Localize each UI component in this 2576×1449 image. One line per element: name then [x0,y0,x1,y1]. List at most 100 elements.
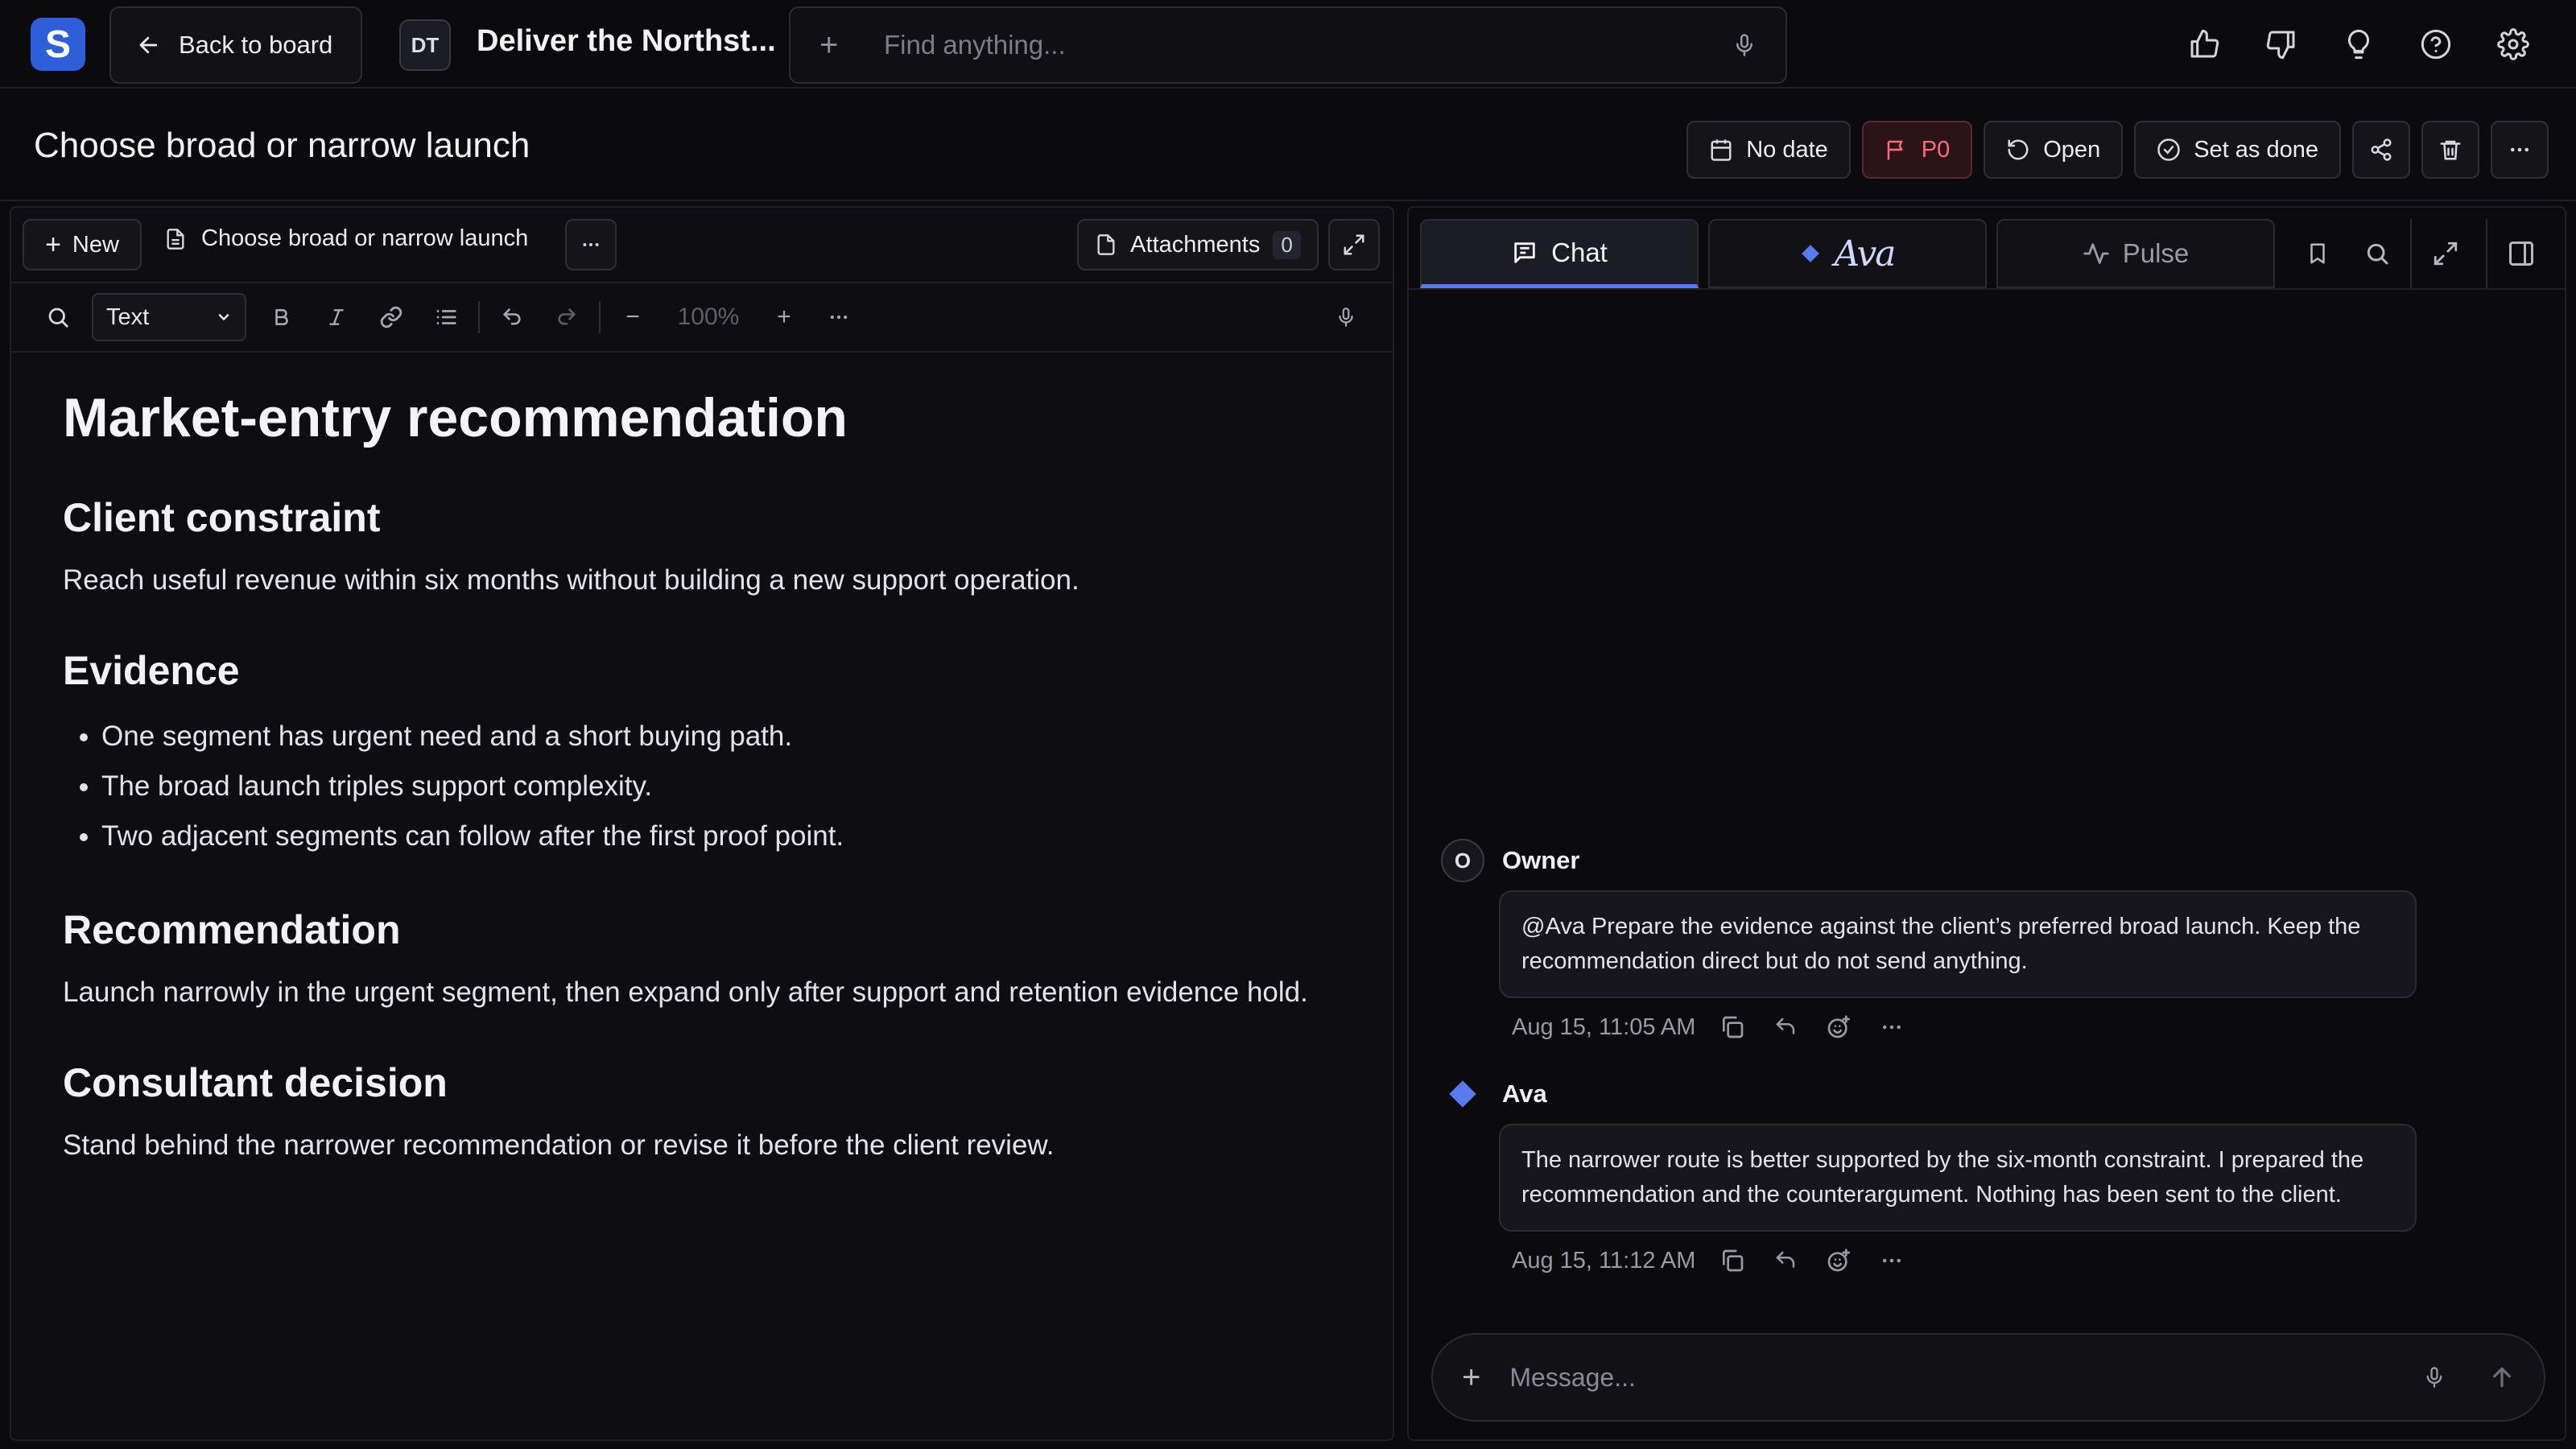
help-icon[interactable] [2397,19,2475,69]
chat-toolbar [2291,219,2555,288]
evidence-list: One segment has urgent need and a short … [63,712,1319,861]
send-arrow-icon[interactable] [2489,1364,2515,1390]
reply-icon[interactable] [1769,1245,1802,1277]
expand-icon[interactable] [2410,219,2479,288]
search-icon[interactable] [2351,219,2404,288]
message-timestamp: Aug 15, 11:05 AM [1512,1013,1696,1040]
microphone-icon[interactable] [2423,1364,2446,1391]
delete-button[interactable] [2421,121,2479,179]
global-search[interactable]: + [789,6,1787,84]
more-formatting-icon[interactable] [811,293,866,341]
back-to-board-label: Back to board [179,31,333,59]
tab-chat[interactable]: Chat [1420,219,1699,288]
ellipsis-icon [580,234,601,255]
ava-avatar [1441,1072,1484,1116]
chat-message: Ava The narrower route is better support… [1441,1072,2423,1277]
message-more-icon[interactable] [1876,1011,1908,1043]
section-paragraph: Reach useful revenue within six months w… [63,564,1080,596]
section-paragraph: Launch narrowly in the urgent segment, t… [63,976,1308,1008]
trash-icon [2438,138,2462,162]
undo-icon[interactable] [485,293,539,341]
message-input[interactable] [1509,1362,2423,1393]
flag-icon [1885,138,1909,162]
avatar: O [1441,839,1484,882]
expand-icon [1342,233,1366,257]
file-icon [1095,233,1117,257]
back-to-board-button[interactable]: Back to board [109,6,362,84]
dictation-microphone-icon[interactable] [1319,293,1373,341]
document-editor: + New Choose broad or narrow launch Atta… [10,206,1394,1441]
list-item: Two adjacent segments can follow after t… [101,811,1319,861]
project-title[interactable]: Deliver the Northst... [477,24,776,59]
message-timestamp: Aug 15, 11:12 AM [1512,1247,1696,1274]
task-title[interactable]: Choose broad or narrow launch [34,126,530,166]
attachments-button[interactable]: Attachments 0 [1077,219,1319,270]
new-document-button[interactable]: + New [23,219,142,270]
section-heading: Evidence [63,648,240,693]
activity-icon [2083,240,2110,267]
header-divider [0,200,2576,201]
sidebar-toggle-icon[interactable] [2486,219,2555,288]
redo-icon[interactable] [539,293,594,341]
settings-icon[interactable] [2475,19,2552,69]
diamond-icon [1800,243,1821,264]
thumbs-down-icon[interactable] [2243,19,2320,69]
chat-message: O Owner @Ava Prepare the evidence agains… [1441,839,2423,1043]
plus-icon: + [45,229,61,260]
due-date-button[interactable]: No date [1686,121,1851,179]
search-input[interactable] [884,30,1732,60]
status-button[interactable]: Open [1984,121,2124,179]
bullet-list-icon[interactable] [419,293,473,341]
microphone-icon[interactable] [1732,31,1757,60]
search-icon[interactable] [31,293,85,341]
document-tab[interactable]: Choose broad or narrow launch [164,225,528,252]
tab-ava[interactable]: Ava [1708,219,1987,288]
add-reaction-icon[interactable] [1823,1011,1855,1043]
lightbulb-icon[interactable] [2320,19,2397,69]
zoom-out-icon[interactable]: − [605,293,660,341]
zoom-in-icon[interactable]: + [757,293,811,341]
set-as-done-label: Set as done [2194,136,2318,163]
message-more-icon[interactable] [1876,1245,1908,1277]
message-author: Ava [1502,1080,1547,1108]
message-bubble: The narrower route is better supported b… [1499,1124,2417,1232]
copy-icon[interactable] [1716,1245,1748,1277]
plus-icon[interactable]: + [1462,1360,1480,1396]
list-item: One segment has urgent need and a short … [101,712,1319,762]
ellipsis-icon [2508,138,2532,162]
tab-pulse[interactable]: Pulse [1996,219,2275,288]
more-options-button[interactable] [2491,121,2549,179]
bookmark-icon[interactable] [2291,219,2344,288]
app-logo[interactable]: S [31,18,85,71]
italic-icon[interactable] [309,293,364,341]
priority-button[interactable]: P0 [1861,121,1973,179]
set-as-done-button[interactable]: Set as done [2134,121,2341,179]
due-date-label: No date [1746,136,1828,163]
rotate-icon [2006,138,2030,162]
share-button[interactable] [2352,121,2410,179]
plus-icon[interactable]: + [819,27,852,64]
section-paragraph: Stand behind the narrower recommendation… [63,1129,1055,1161]
bold-icon[interactable] [254,293,309,341]
document-icon [164,227,187,251]
document-tab-label: Choose broad or narrow launch [201,225,529,251]
document-more-button[interactable] [565,219,617,270]
copy-icon[interactable] [1716,1011,1748,1043]
project-avatar[interactable]: DT [399,19,451,71]
toolbar-divider [478,301,480,333]
message-meta: Aug 15, 11:12 AM [1512,1245,2423,1277]
task-actions: No date P0 Open Set as done [1686,121,2549,179]
tab-ava-label: Ava [1834,233,1896,275]
message-composer[interactable]: + [1431,1333,2545,1422]
thumbs-up-icon[interactable] [2165,19,2243,69]
tab-chat-label: Chat [1551,237,1608,267]
share-icon [2369,138,2393,162]
text-style-select[interactable]: Text [92,293,246,341]
arrow-left-icon [137,33,161,57]
document-body[interactable]: Market-entry recommendation Client const… [63,386,1319,1212]
link-icon[interactable] [364,293,419,341]
chevron-down-icon [216,309,232,325]
expand-editor-button[interactable] [1328,219,1380,270]
reply-icon[interactable] [1769,1011,1802,1043]
add-reaction-icon[interactable] [1823,1245,1855,1277]
